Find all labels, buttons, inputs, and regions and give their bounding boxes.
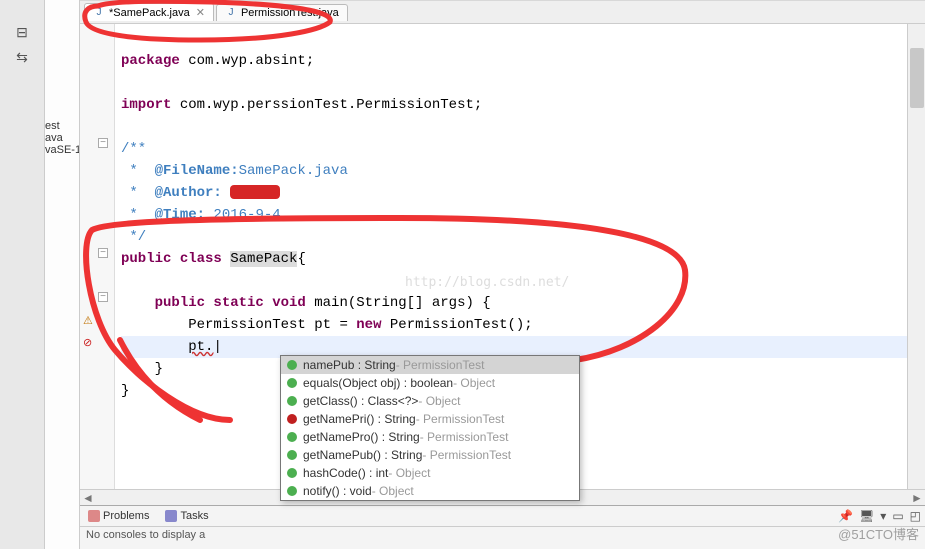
- public-member-icon: [287, 360, 297, 370]
- fold-toggle-icon[interactable]: −: [98, 292, 108, 302]
- fold-toggle-icon[interactable]: −: [98, 248, 108, 258]
- public-member-icon: [287, 486, 297, 496]
- autocomplete-item[interactable]: equals(Object obj) : boolean - Object: [281, 374, 579, 392]
- scroll-right-icon[interactable]: ►: [909, 491, 925, 505]
- autocomplete-popup[interactable]: namePub : String - PermissionTestequals(…: [280, 355, 580, 501]
- vertical-scrollbar[interactable]: [907, 24, 925, 489]
- public-member-icon: [287, 378, 297, 388]
- autocomplete-item[interactable]: getNamePub() : String - PermissionTest: [281, 446, 579, 464]
- public-member-icon: [287, 432, 297, 442]
- minimize-icon[interactable]: ▭: [892, 509, 903, 523]
- bottom-panel: Problems Tasks 📌 🖥 ▾ ▭ ◰ No consoles to …: [80, 505, 925, 549]
- editor-gutter[interactable]: − − − ⚠ ⊘: [80, 24, 115, 489]
- collapse-icon[interactable]: ⊟: [16, 24, 28, 41]
- error-marker-icon[interactable]: ⊘: [83, 336, 97, 350]
- java-file-icon: J: [93, 7, 105, 19]
- tab-label: *SamePack.java: [109, 7, 190, 19]
- link-editor-icon[interactable]: ⇆: [16, 49, 28, 66]
- autocomplete-item[interactable]: namePub : String - PermissionTest: [281, 356, 579, 374]
- private-member-icon: [287, 414, 297, 424]
- warning-marker-icon[interactable]: ⚠: [83, 314, 97, 328]
- autocomplete-item[interactable]: getNamePri() : String - PermissionTest: [281, 410, 579, 428]
- fold-toggle-icon[interactable]: −: [98, 138, 108, 148]
- tasks-icon: [165, 510, 177, 522]
- autocomplete-item[interactable]: hashCode() : int - Object: [281, 464, 579, 482]
- left-toolbar: ⊟ ⇆: [0, 0, 45, 549]
- tree-item[interactable]: ava: [45, 132, 79, 144]
- tree-item[interactable]: est: [45, 120, 79, 132]
- close-icon[interactable]: ✕: [196, 6, 205, 19]
- scroll-left-icon[interactable]: ◄: [80, 491, 96, 505]
- java-file-icon: J: [225, 7, 237, 19]
- package-explorer[interactable]: est ava vaSE-1.6]: [45, 0, 80, 549]
- public-member-icon: [287, 396, 297, 406]
- console-message: No consoles to display a: [80, 527, 925, 543]
- autocomplete-item[interactable]: notify() : void - Object: [281, 482, 579, 500]
- public-member-icon: [287, 468, 297, 478]
- scrollbar-thumb[interactable]: [910, 48, 924, 108]
- problems-tab[interactable]: Problems: [84, 508, 153, 524]
- public-member-icon: [287, 450, 297, 460]
- tasks-tab[interactable]: Tasks: [161, 508, 212, 524]
- editor-area: J *SamePack.java ✕ J PermissionTest.java…: [80, 0, 925, 549]
- tab-samepack[interactable]: J *SamePack.java ✕: [84, 3, 214, 21]
- redacted-author: [230, 185, 280, 199]
- autocomplete-item[interactable]: getNamePro() : String - PermissionTest: [281, 428, 579, 446]
- editor-tab-bar: J *SamePack.java ✕ J PermissionTest.java: [80, 0, 925, 24]
- maximize-icon[interactable]: ◰: [910, 509, 921, 523]
- console-toolbar: 📌 🖥 ▾ ▭ ◰: [838, 509, 921, 523]
- watermark-text: http://blog.csdn.net/: [405, 272, 569, 294]
- problems-icon: [88, 510, 100, 522]
- tab-permissiontest[interactable]: J PermissionTest.java: [216, 4, 348, 21]
- pin-console-icon[interactable]: 📌: [838, 509, 853, 523]
- display-console-icon[interactable]: 🖥: [859, 509, 874, 523]
- tab-label: PermissionTest.java: [241, 7, 339, 19]
- autocomplete-item[interactable]: getClass() : Class<?> - Object: [281, 392, 579, 410]
- open-console-icon[interactable]: ▾: [880, 509, 886, 523]
- tree-item[interactable]: vaSE-1.6]: [45, 144, 79, 156]
